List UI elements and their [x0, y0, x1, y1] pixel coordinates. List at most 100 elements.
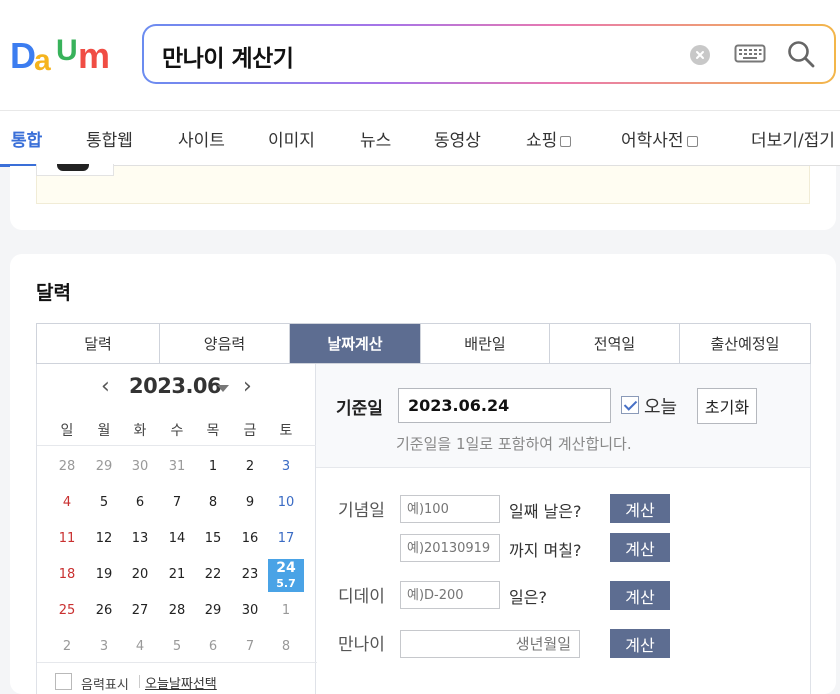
calc-anniversary-days-button[interactable]: 계산	[610, 494, 670, 523]
calendar-day[interactable]: 25	[49, 603, 85, 618]
tab-site[interactable]: 사이트	[178, 126, 225, 151]
calendar-day[interactable]: 9	[232, 495, 268, 510]
calc-dday-button[interactable]: 계산	[610, 581, 670, 610]
tab-integrated-web[interactable]: 통합웹	[86, 126, 133, 151]
calendar-day[interactable]: 27	[122, 603, 158, 618]
lunar-display-checkbox[interactable]	[55, 673, 72, 690]
calendar-day[interactable]: 10	[268, 495, 304, 510]
base-date-label: 기준일	[336, 399, 383, 419]
calendar-day[interactable]: 4	[49, 495, 85, 510]
previous-result-box	[36, 166, 810, 204]
previous-result-thumbnail	[36, 164, 114, 176]
tab-image[interactable]: 이미지	[268, 126, 315, 151]
calendar-day[interactable]: 4	[122, 639, 158, 654]
calendar-day[interactable]: 23	[232, 567, 268, 582]
tab-integrated[interactable]: 통합	[11, 126, 42, 151]
calendar-day[interactable]: 2	[49, 639, 85, 654]
subtab-date-calc[interactable]: 날짜계산	[290, 324, 421, 363]
calendar-day[interactable]: 31	[159, 459, 195, 474]
tab-news[interactable]: 뉴스	[360, 126, 391, 151]
prev-month-icon[interactable]: ‹	[101, 374, 110, 399]
subtab-calendar[interactable]: 달력	[37, 324, 160, 363]
subtab-lunar-conversion[interactable]: 양음력	[160, 324, 290, 363]
svg-text:m: m	[78, 35, 110, 74]
calendar-day[interactable]: 21	[159, 567, 195, 582]
calendar-day[interactable]: 19	[86, 567, 122, 582]
calendar-month[interactable]: 2023.06	[129, 374, 222, 398]
calendar-day[interactable]: 1	[268, 603, 304, 618]
calendar-day[interactable]: 5	[86, 495, 122, 510]
calendar-day[interactable]: 13	[122, 531, 158, 546]
reset-button[interactable]: 초기화	[697, 388, 757, 424]
anniversary-days-suffix: 일째 날은?	[509, 502, 582, 521]
tab-more[interactable]: 더보기/접기	[751, 126, 835, 151]
calendar-day[interactable]: 18	[49, 567, 85, 582]
calc-age-button[interactable]: 계산	[610, 629, 670, 658]
tab-dictionary[interactable]: 어학사전	[621, 126, 698, 151]
calendar-day[interactable]: 8	[195, 495, 231, 510]
subtab-due-date[interactable]: 출산예정일	[680, 324, 810, 363]
calendar-day[interactable]: 14	[159, 531, 195, 546]
calendar-day[interactable]: 15	[195, 531, 231, 546]
tab-shopping[interactable]: 쇼핑	[526, 126, 572, 151]
select-today-link[interactable]: 오늘날짜선택	[145, 673, 217, 692]
calendar-day[interactable]: 8	[268, 639, 304, 654]
calendar-day[interactable]: 3	[86, 639, 122, 654]
lunar-display-label[interactable]: 음력표시	[81, 674, 129, 693]
calendar-day[interactable]: 30	[232, 603, 268, 618]
lunar-date: 5.7	[276, 577, 296, 590]
base-date-section: 기준일 오늘 초기화 기준일을 1일로 포함하여 계산합니다.	[316, 364, 810, 468]
calendar-day[interactable]: 29	[86, 459, 122, 474]
calc-anniversary-date-button[interactable]: 계산	[610, 533, 670, 562]
today-checkbox[interactable]	[621, 396, 639, 414]
search-tabs: 통합 통합웹 사이트 이미지 뉴스 동영상 쇼핑 어학사전 더보기/접기	[0, 110, 840, 167]
anniversary-date-suffix: 까지 며칠?	[509, 541, 582, 560]
today-label[interactable]: 오늘	[644, 393, 677, 419]
calendar-day[interactable]: 22	[195, 567, 231, 582]
calendar-day[interactable]: 28	[159, 603, 195, 618]
calendar-day[interactable]: 1	[195, 459, 231, 474]
caret-down-icon[interactable]	[217, 385, 229, 392]
calendar-day[interactable]: 3	[268, 459, 304, 474]
calendar-footer: 음력표시 오늘날짜선택	[37, 662, 317, 694]
calendar-day-today[interactable]: 24 5.7	[268, 559, 304, 592]
base-date-input[interactable]	[398, 388, 611, 423]
calendar-day[interactable]: 30	[122, 459, 158, 474]
calendar-day[interactable]: 5	[159, 639, 195, 654]
next-month-icon[interactable]: ›	[243, 374, 252, 399]
calendar-day[interactable]: 7	[232, 639, 268, 654]
calendar-day[interactable]: 16	[232, 531, 268, 546]
calendar-day[interactable]: 26	[86, 603, 122, 618]
birthdate-input[interactable]	[400, 630, 580, 658]
search-icon[interactable]	[786, 39, 816, 69]
calendar-day[interactable]: 6	[122, 495, 158, 510]
tab-video[interactable]: 동영상	[434, 126, 481, 151]
calendar-day[interactable]: 6	[195, 639, 231, 654]
calendar-day[interactable]: 20	[122, 567, 158, 582]
daum-logo[interactable]: D a U m	[10, 34, 118, 74]
calendar-day[interactable]: 11	[49, 531, 85, 546]
calendar-day[interactable]: 28	[49, 459, 85, 474]
calendar-subtabs: 달력 양음력 날짜계산 배란일 전역일 출산예정일	[36, 323, 811, 364]
divider	[139, 675, 140, 688]
calendar-day[interactable]: 29	[195, 603, 231, 618]
calendar-day[interactable]: 2	[232, 459, 268, 474]
weekday-mon: 월	[97, 423, 111, 439]
tab-dictionary-label: 어학사전	[621, 131, 684, 151]
weekday-sat: 토	[279, 423, 293, 439]
subtab-ovulation[interactable]: 배란일	[421, 324, 550, 363]
tab-shopping-label: 쇼핑	[526, 131, 558, 151]
anniversary-date-input[interactable]	[400, 534, 500, 562]
dday-input[interactable]	[400, 581, 500, 609]
calendar-day[interactable]: 12	[86, 531, 122, 546]
weekday-tue: 화	[133, 423, 147, 439]
search-input[interactable]: 만나이 계산기	[162, 39, 294, 73]
calendar-day[interactable]: 7	[159, 495, 195, 510]
calendar-day[interactable]: 17	[268, 531, 304, 546]
clear-icon[interactable]	[690, 45, 710, 65]
anniversary-days-input[interactable]	[400, 495, 500, 523]
svg-text:D: D	[10, 35, 36, 74]
subtab-discharge[interactable]: 전역일	[550, 324, 680, 363]
keyboard-icon[interactable]	[734, 43, 766, 65]
svg-text:a: a	[34, 44, 51, 74]
